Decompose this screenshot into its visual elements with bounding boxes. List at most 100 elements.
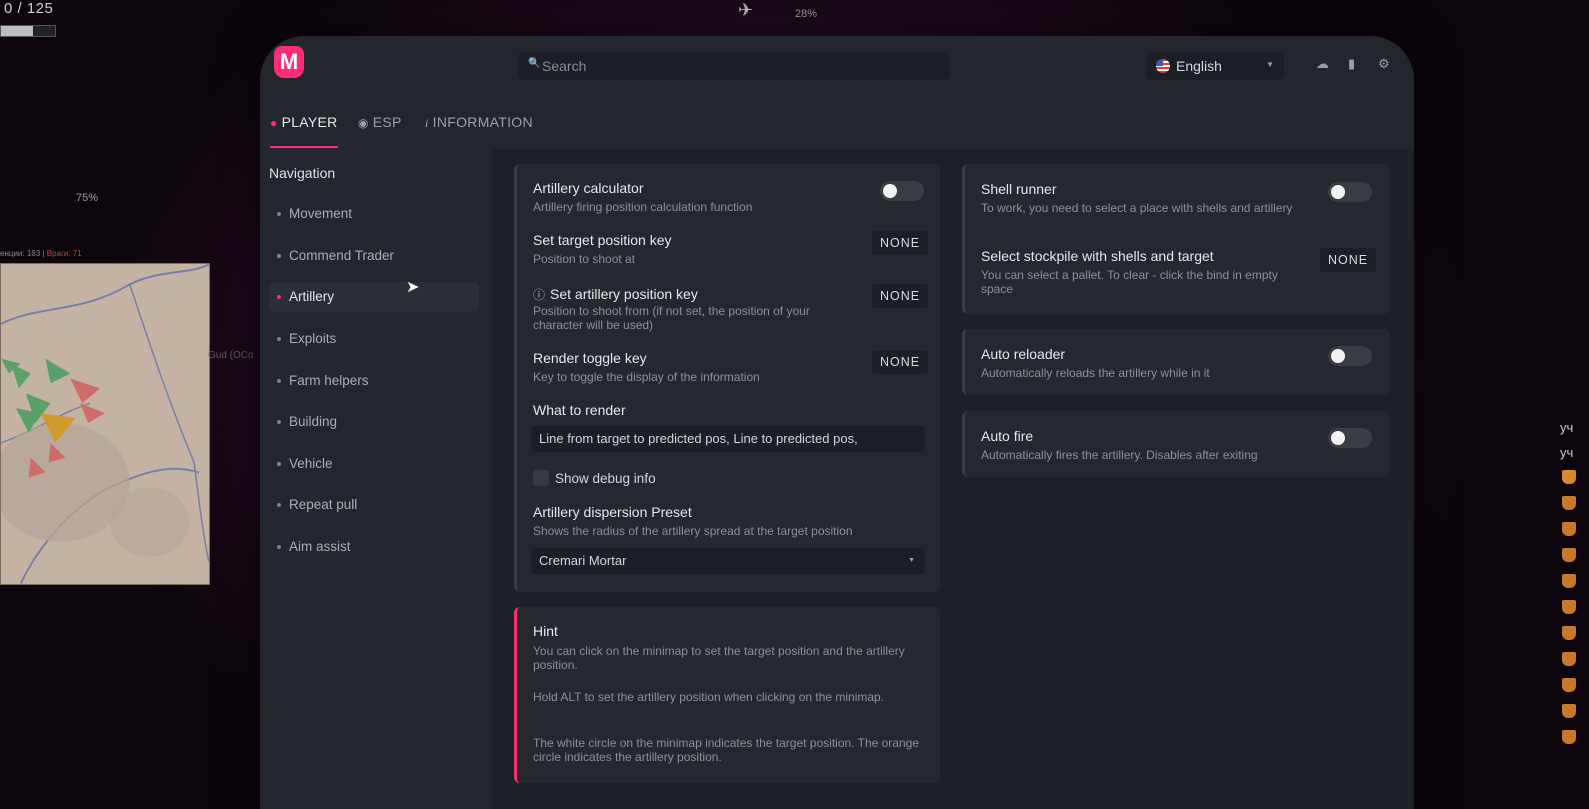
artillery-key-bind-button[interactable]: NONE: [872, 284, 929, 308]
stockpile-bind-button[interactable]: NONE: [1320, 248, 1377, 272]
dispersion-select[interactable]: Cremari Mortar ▼: [531, 548, 925, 574]
title-bar: M 🔍 English ▼ ☁ ▮ ⚙: [260, 36, 1414, 96]
tab-player[interactable]: ● PLAYER: [270, 108, 338, 148]
right-hud-text-1: уч: [1560, 420, 1574, 435]
star-icon: [1562, 470, 1576, 484]
language-select[interactable]: English ▼: [1146, 52, 1284, 80]
artillery-calculator-toggle[interactable]: [880, 181, 924, 201]
hint-title: Hint: [533, 623, 558, 639]
sidebar-item-label: Building: [289, 414, 338, 429]
shell-runner-panel: Shell runner To work, you need to select…: [962, 164, 1390, 314]
shield-badge-icon: [1562, 652, 1576, 666]
tab-esp[interactable]: ◉ ESP: [358, 108, 402, 148]
mouse-cursor-icon: ➤: [406, 279, 420, 296]
what-to-render-multiselect[interactable]: Line from target to predicted pos, Line …: [531, 426, 925, 452]
target-key-bind-button[interactable]: NONE: [872, 231, 929, 255]
eye-icon: ◉: [358, 116, 369, 130]
minimap[interactable]: [0, 263, 210, 585]
search-icon: 🔍: [528, 58, 541, 69]
bullet-icon: [277, 295, 281, 299]
warning-circle-icon: ⓘ: [533, 288, 546, 302]
shield-badge-icon: [1562, 678, 1576, 692]
shell-runner-title: Shell runner: [981, 181, 1057, 197]
artillery-calculator-title: Artillery calculator: [533, 180, 644, 196]
shell-runner-toggle[interactable]: [1328, 182, 1372, 202]
search-box[interactable]: 🔍: [518, 52, 950, 80]
shell-runner-desc: To work, you need to select a place with…: [981, 201, 1293, 215]
us-flag-icon: [1156, 59, 1170, 73]
progress-bar-fill: [1, 26, 34, 36]
sidebar-item-building[interactable]: Building: [269, 407, 479, 437]
bullet-icon: [277, 337, 281, 341]
shield-badge-icon: [1562, 704, 1576, 718]
what-to-render-title: What to render: [533, 402, 626, 418]
artillery-panel: Artillery calculator Artillery firing po…: [514, 164, 940, 592]
bullet-icon: [277, 420, 281, 424]
sidebar-item-label: Movement: [289, 206, 353, 221]
app-logo: M: [274, 46, 304, 78]
auto-fire-toggle[interactable]: [1328, 428, 1372, 448]
nav-title: Navigation: [269, 165, 336, 181]
dispersion-desc: Shows the radius of the artillery spread…: [533, 524, 853, 538]
menu-window: M 🔍 English ▼ ☁ ▮ ⚙ ●PLAYER ◉ESP iINFORM…: [260, 36, 1414, 809]
target-key-title: Set target position key: [533, 232, 672, 248]
map-label: Gud (OCo: [208, 350, 254, 361]
shield-badge-icon: [1562, 626, 1576, 640]
gear-icon[interactable]: ⚙: [1378, 56, 1390, 72]
auto-fire-panel: Auto fire Automatically fires the artill…: [962, 411, 1390, 477]
sidebar-item-label: Aim assist: [289, 539, 351, 554]
hint-panel: Hint You can click on the minimap to set…: [514, 607, 940, 783]
minimap-graphic: [1, 264, 209, 584]
artillery-calculator-desc: Artillery firing position calculation fu…: [533, 200, 753, 214]
sidebar-item-aim-assist[interactable]: Aim assist: [269, 532, 479, 562]
chevron-down-icon: ▼: [908, 557, 915, 564]
bullet-icon: [277, 379, 281, 383]
auto-reloader-toggle[interactable]: [1328, 346, 1372, 366]
dispersion-selected: Cremari Mortar: [539, 553, 627, 568]
render-key-desc: Key to toggle the display of the informa…: [533, 370, 760, 384]
shield-badge-icon: [1562, 548, 1576, 562]
debug-checkbox[interactable]: [533, 470, 549, 486]
sidebar-item-vehicle[interactable]: Vehicle: [269, 449, 479, 479]
stockpile-desc: You can select a pallet. To clear - clic…: [981, 268, 1278, 296]
sidebar-item-label: Farm helpers: [289, 373, 369, 388]
right-side-hud: уч уч: [1560, 420, 1589, 809]
artillery-key-desc: Position to shoot from (if not set, the …: [533, 304, 810, 332]
auto-reloader-panel: Auto reloader Automatically reloads the …: [962, 329, 1390, 395]
sidebar-item-commend-trader[interactable]: Commend Trader: [269, 241, 479, 271]
stats-friendly: енции: 183: [0, 249, 41, 258]
sidebar-item-repeat-pull[interactable]: Repeat pull: [269, 490, 479, 520]
sidebar-item-artillery[interactable]: Artillery: [269, 282, 479, 312]
bullet-icon: [277, 254, 281, 258]
sidebar-item-exploits[interactable]: Exploits: [269, 324, 479, 354]
cloud-icon[interactable]: ☁: [1316, 56, 1329, 72]
dispersion-title: Artillery dispersion Preset: [533, 504, 692, 520]
chevron-down-icon: ▼: [1266, 60, 1274, 69]
shield-badge-icon: [1562, 730, 1576, 744]
progress-bar: [0, 25, 56, 37]
user-icon: ●: [270, 116, 278, 130]
render-key-title: Render toggle key: [533, 350, 647, 366]
sidebar-item-farm-helpers[interactable]: Farm helpers: [269, 366, 479, 396]
shield-badge-icon: [1562, 496, 1576, 510]
shield-badge-icon: [1562, 574, 1576, 588]
content-area: Navigation Movement Commend Trader Artil…: [260, 149, 1414, 809]
side-percent: 75%: [76, 192, 99, 204]
bookmark-icon[interactable]: ▮: [1348, 56, 1355, 72]
ammo-counter: 0 / 125: [4, 0, 54, 17]
auto-fire-title: Auto fire: [981, 428, 1034, 444]
sidebar-item-label: Commend Trader: [289, 248, 395, 263]
sidebar-item-movement[interactable]: Movement: [269, 199, 479, 229]
stockpile-title: Select stockpile with shells and target: [981, 248, 1214, 264]
right-hud-text-2: уч: [1560, 445, 1574, 460]
hint-paragraph-2: Hold ALT to set the artillery position w…: [533, 690, 885, 704]
sidebar-item-label: Repeat pull: [289, 497, 358, 512]
search-input[interactable]: [542, 52, 942, 80]
shield-badge-icon: [1562, 600, 1576, 614]
artillery-key-title: Set artillery position key: [550, 286, 698, 302]
info-icon: i: [425, 116, 429, 130]
bullet-icon: [277, 462, 281, 466]
target-key-desc: Position to shoot at: [533, 252, 636, 266]
render-key-bind-button[interactable]: NONE: [872, 350, 929, 374]
tab-information[interactable]: i INFORMATION: [425, 108, 533, 148]
